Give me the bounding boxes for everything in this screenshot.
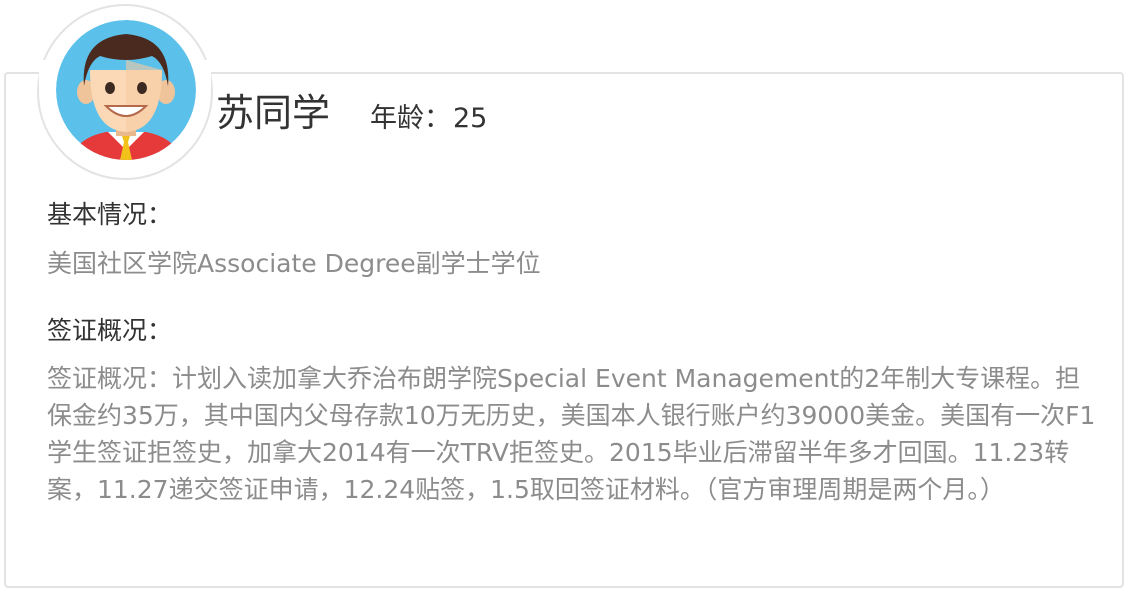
age-field: 年龄：25 — [370, 100, 487, 138]
age-value: 25 — [453, 103, 488, 134]
visa-overview-title: 签证概况： — [47, 316, 173, 345]
student-name: 苏同学 — [216, 91, 331, 135]
basic-info-text: 美国社区学院Associate Degree副学士学位 — [47, 249, 541, 278]
visa-overview-text: 签证概况：计划入读加拿大乔治布朗学院Special Event Manageme… — [47, 364, 1096, 504]
avatar — [56, 20, 196, 160]
basic-info-title: 基本情况： — [47, 200, 173, 229]
age-label: 年龄： — [370, 103, 451, 134]
